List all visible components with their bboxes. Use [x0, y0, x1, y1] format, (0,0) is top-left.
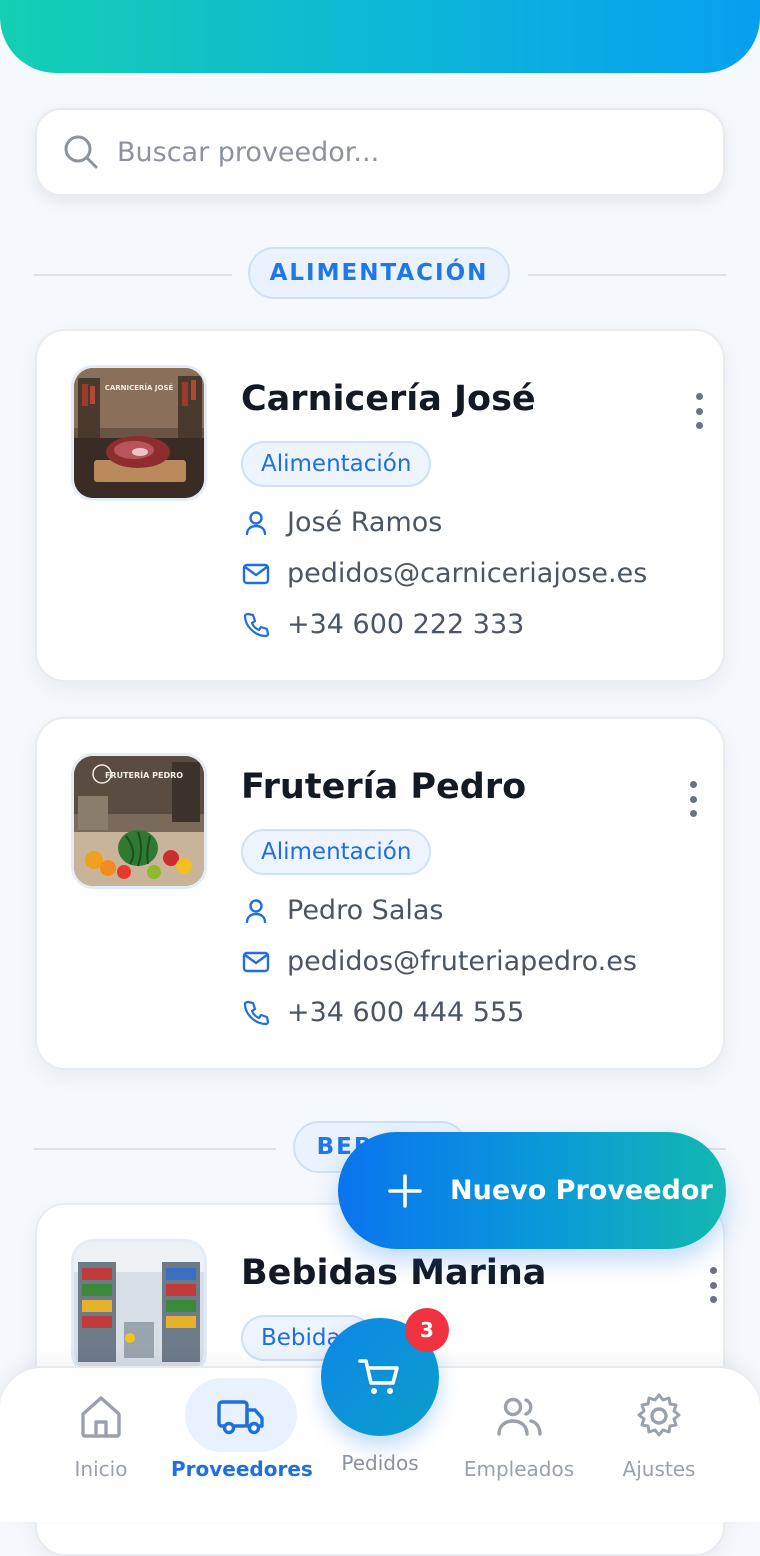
- phone-icon: [243, 1000, 270, 1025]
- nav-item-proveedores[interactable]: Proveedores: [171, 1368, 313, 1522]
- supplier-name: Carnicería José: [241, 379, 536, 419]
- cart-count-badge: 3: [405, 1308, 449, 1352]
- gear-icon: [637, 1393, 681, 1437]
- section-divider: [34, 1148, 276, 1150]
- new-supplier-button[interactable]: Nuevo Proveedor: [338, 1132, 726, 1249]
- users-icon: [497, 1397, 542, 1436]
- email-link[interactable]: pedidos@carniceriajose.es: [287, 558, 647, 589]
- cart-icon: [358, 1359, 399, 1394]
- plus-icon: [388, 1173, 422, 1208]
- phone-icon: [243, 612, 270, 637]
- email-row[interactable]: pedidos@fruteriapedro.es: [241, 946, 637, 977]
- new-supplier-label: Nuevo Proveedor: [450, 1175, 713, 1206]
- nav-label: Proveedores: [171, 1457, 313, 1481]
- search-bar[interactable]: [35, 108, 725, 196]
- contact-row: José Ramos: [241, 507, 442, 538]
- phone-link[interactable]: +34 600 444 555: [287, 997, 524, 1028]
- mail-icon: [242, 563, 270, 584]
- phone-row[interactable]: +34 600 222 333: [241, 609, 524, 640]
- section-divider: [34, 274, 232, 276]
- more-options-icon[interactable]: [701, 1263, 725, 1307]
- home-icon: [81, 1396, 121, 1438]
- header-gradient-bar: [0, 0, 760, 73]
- truck-icon: [217, 1400, 264, 1435]
- contact-name: José Ramos: [287, 507, 443, 538]
- contact-row: Pedro Salas: [241, 895, 443, 926]
- mail-icon: [242, 951, 270, 972]
- more-options-icon[interactable]: [681, 777, 705, 821]
- nav-item-inicio[interactable]: Inicio: [31, 1368, 171, 1522]
- contact-name: Pedro Salas: [287, 895, 444, 926]
- category-badge: Alimentación: [241, 441, 432, 487]
- more-options-icon[interactable]: [687, 389, 711, 433]
- nav-label: Empleados: [463, 1457, 575, 1481]
- email-link[interactable]: pedidos@fruteriapedro.es: [287, 946, 637, 977]
- section-divider: [528, 274, 726, 276]
- section-header-alimentacion: ALIMENTACIÓN: [34, 245, 726, 305]
- supplier-card[interactable]: FRUTERÍA PEDRO Frutería Pedro Alimentaci…: [35, 717, 725, 1070]
- image-sign-text: CARNICERÍA JOSÉ: [105, 383, 174, 392]
- supplier-name: Bebidas Marina: [241, 1253, 547, 1293]
- phone-row[interactable]: +34 600 444 555: [241, 997, 524, 1028]
- nav-label-pedidos[interactable]: Pedidos: [320, 1451, 440, 1475]
- section-label: ALIMENTACIÓN: [248, 247, 510, 299]
- supplier-image: FRUTERÍA PEDRO: [71, 753, 207, 889]
- supplier-image: CARNICERÍA JOSÉ: [71, 365, 207, 501]
- nav-label: Ajustes: [622, 1457, 696, 1481]
- nav-item-empleados[interactable]: Empleados: [449, 1368, 589, 1522]
- category-badge: Alimentación: [241, 829, 432, 875]
- search-icon: [64, 135, 98, 169]
- person-icon: [245, 898, 267, 923]
- person-icon: [245, 510, 267, 535]
- phone-link[interactable]: +34 600 222 333: [287, 609, 524, 640]
- supplier-card[interactable]: CARNICERÍA JOSÉ Carnicería José Alimenta…: [35, 329, 725, 682]
- image-sign-text: FRUTERÍA PEDRO: [105, 769, 183, 780]
- email-row[interactable]: pedidos@carniceriajose.es: [241, 558, 647, 589]
- nav-item-ajustes[interactable]: Ajustes: [589, 1368, 729, 1522]
- supplier-name: Frutería Pedro: [241, 767, 527, 807]
- supplier-image: [71, 1239, 207, 1375]
- search-input[interactable]: [115, 135, 679, 169]
- nav-label: Inicio: [74, 1457, 128, 1481]
